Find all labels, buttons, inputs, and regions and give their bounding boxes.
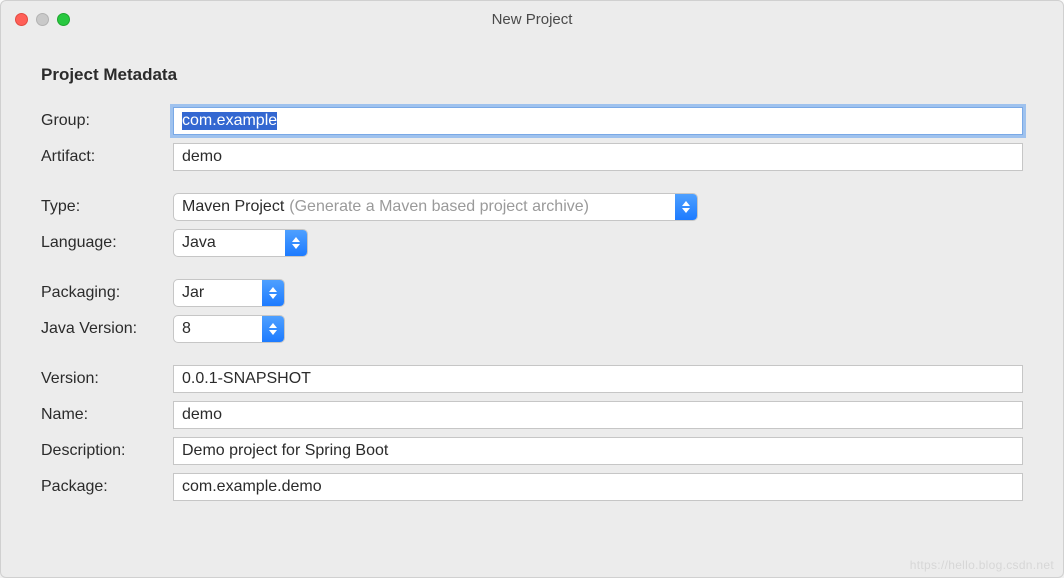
type-select-value: Maven Project (Generate a Maven based pr… <box>174 194 675 220</box>
chevron-up-down-icon <box>262 280 284 306</box>
project-metadata-form: Group: Artifact: Type: Maven Project (Ge… <box>41 103 1023 505</box>
name-label: Name: <box>41 400 173 430</box>
new-project-window: New Project Project Metadata Group: Arti… <box>0 0 1064 578</box>
maximize-icon[interactable] <box>57 13 70 26</box>
language-label: Language: <box>41 228 173 258</box>
chevron-up-down-icon <box>675 194 697 220</box>
artifact-label: Artifact: <box>41 142 173 172</box>
group-input[interactable] <box>173 107 1023 135</box>
type-select[interactable]: Maven Project (Generate a Maven based pr… <box>173 193 698 221</box>
group-label: Group: <box>41 106 173 136</box>
packaging-label: Packaging: <box>41 278 173 308</box>
description-label: Description: <box>41 436 173 466</box>
type-hint-text: (Generate a Maven based project archive) <box>289 198 589 216</box>
close-icon[interactable] <box>15 13 28 26</box>
section-title: Project Metadata <box>41 65 1023 85</box>
description-input[interactable] <box>173 437 1023 465</box>
watermark: https://hello.blog.csdn.net <box>910 558 1054 572</box>
chevron-up-down-icon <box>285 230 307 256</box>
content: Project Metadata Group: Artifact: Type: … <box>1 37 1063 525</box>
minimize-icon[interactable] <box>36 13 49 26</box>
language-select[interactable]: Java <box>173 229 308 257</box>
packaging-select[interactable]: Jar <box>173 279 285 307</box>
chevron-up-down-icon <box>262 316 284 342</box>
version-label: Version: <box>41 364 173 394</box>
type-label: Type: <box>41 192 173 222</box>
package-label: Package: <box>41 472 173 502</box>
titlebar: New Project <box>1 1 1063 37</box>
java-version-label: Java Version: <box>41 314 173 344</box>
java-version-select[interactable]: 8 <box>173 315 285 343</box>
java-version-select-value: 8 <box>174 316 262 342</box>
artifact-input[interactable] <box>173 143 1023 171</box>
traffic-lights <box>15 13 70 26</box>
version-input[interactable] <box>173 365 1023 393</box>
type-value-text: Maven Project <box>182 198 284 216</box>
name-input[interactable] <box>173 401 1023 429</box>
packaging-select-value: Jar <box>174 280 262 306</box>
package-input[interactable] <box>173 473 1023 501</box>
language-select-value: Java <box>174 230 285 256</box>
window-title: New Project <box>1 11 1063 28</box>
